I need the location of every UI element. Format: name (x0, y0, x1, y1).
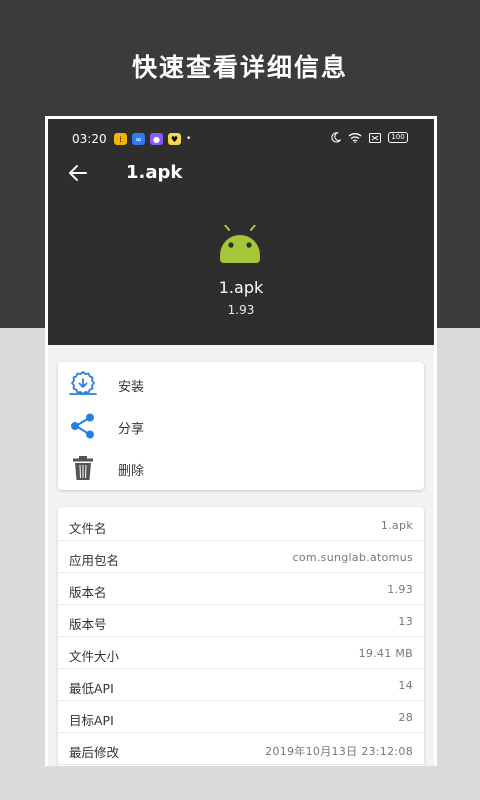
delete-button[interactable]: 删除 (58, 448, 424, 488)
install-label: 安装 (118, 380, 145, 395)
info-row-version-name: 版本名 1.93 (58, 573, 424, 605)
info-value: 1.apk (380, 519, 413, 532)
status-indicators: 100 (330, 132, 408, 143)
back-arrow-icon[interactable] (66, 161, 90, 185)
info-label: 最低API (69, 681, 114, 696)
apk-name: 1.apk (218, 278, 264, 297)
app-header: 03:20 ⁞ ∞ ● ♥ • 100 1.apk 1.apk 1.93 (48, 119, 434, 345)
app-lightyellow-icon: ♥ (168, 133, 181, 145)
info-label: 应用包名 (69, 553, 120, 568)
info-card: 文件名 1.apk 应用包名 com.sunglab.atomus 版本名 1.… (58, 507, 424, 766)
install-button[interactable]: 安装 (58, 364, 424, 404)
wifi-icon (348, 133, 362, 143)
trash-icon (73, 456, 93, 480)
battery-icon: 100 (388, 132, 408, 143)
info-row-package: 应用包名 com.sunglab.atomus (58, 541, 424, 573)
status-time: 03:20 (72, 132, 107, 146)
app-yellow-icon: ⁞ (114, 133, 127, 145)
delete-label: 删除 (118, 464, 145, 479)
status-bar: 03:20 ⁞ ∞ ● ♥ • 100 (48, 119, 434, 159)
app-blue-icon: ∞ (132, 133, 145, 145)
info-row-version-code: 版本号 13 (58, 605, 424, 637)
sim-icon (369, 132, 381, 143)
info-label: 最后修改 (69, 745, 120, 760)
info-value: 13 (398, 615, 413, 628)
info-label: 版本号 (69, 617, 107, 632)
info-row-filename: 文件名 1.apk (58, 509, 424, 541)
info-row-target-api: 目标API 28 (58, 701, 424, 733)
share-button[interactable]: 分享 (58, 406, 424, 446)
info-row-last-modified: 最后修改 2019年10月13日 23:12:08 (58, 733, 424, 765)
promo-title: 快速查看详细信息 (131, 53, 348, 82)
install-icon (69, 371, 97, 395)
notification-icons: ⁞ ∞ ● ♥ • (114, 133, 191, 145)
info-value: 14 (398, 679, 413, 692)
share-label: 分享 (118, 422, 145, 437)
toolbar: 1.apk (48, 155, 434, 191)
info-value: 1.93 (387, 583, 413, 596)
info-label: 文件大小 (69, 649, 120, 664)
phone-screen: 03:20 ⁞ ∞ ● ♥ • 100 1.apk 1.apk 1.93 安装 … (45, 116, 437, 766)
info-value: 19.41 MB (358, 647, 413, 660)
toolbar-title: 1.apk (126, 162, 183, 183)
share-icon (71, 413, 94, 439)
actions-card: 安装 分享 删除 (58, 362, 424, 490)
moon-icon (331, 132, 341, 143)
app-purple-icon: ● (150, 133, 163, 145)
info-label: 目标API (69, 713, 114, 728)
more-dot-icon: • (186, 134, 192, 144)
info-label: 文件名 (69, 521, 107, 536)
info-value: com.sunglab.atomus (292, 551, 413, 564)
android-icon (220, 225, 260, 263)
apk-version: 1.93 (227, 303, 255, 317)
info-row-min-api: 最低API 14 (58, 669, 424, 701)
info-row-file-size: 文件大小 19.41 MB (58, 637, 424, 669)
info-value: 28 (398, 711, 413, 724)
info-label: 版本名 (69, 585, 107, 600)
info-value: 2019年10月13日 23:12:08 (265, 745, 413, 758)
